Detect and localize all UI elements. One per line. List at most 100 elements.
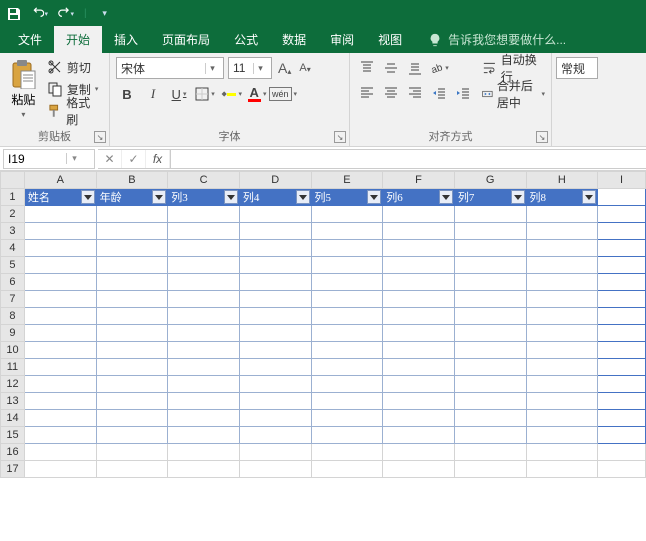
cell[interactable]: [168, 444, 240, 461]
table-cell[interactable]: [24, 223, 96, 240]
cell[interactable]: [96, 461, 168, 478]
border-button[interactable]: [194, 83, 216, 105]
table-cell[interactable]: [24, 240, 96, 257]
cell[interactable]: [526, 461, 598, 478]
filter-dropdown-icon[interactable]: [224, 190, 238, 204]
number-format-combo[interactable]: 常规: [556, 57, 598, 79]
column-header[interactable]: I: [598, 172, 646, 189]
phonetic-button[interactable]: wén: [272, 83, 294, 105]
table-cell[interactable]: [311, 257, 383, 274]
table-cell[interactable]: [168, 291, 240, 308]
table-cell[interactable]: [383, 308, 455, 325]
table-header-cell[interactable]: 年龄: [96, 189, 168, 206]
table-cell[interactable]: [168, 342, 240, 359]
table-cell[interactable]: [96, 393, 168, 410]
cell[interactable]: [598, 240, 646, 257]
save-icon[interactable]: [6, 6, 22, 22]
table-cell[interactable]: [239, 223, 311, 240]
align-left-button[interactable]: [356, 82, 378, 104]
cell[interactable]: [598, 410, 646, 427]
align-bottom-button[interactable]: [404, 57, 426, 79]
table-cell[interactable]: [96, 308, 168, 325]
column-header[interactable]: E: [311, 172, 383, 189]
format-painter-button[interactable]: 格式刷: [45, 101, 103, 121]
cell[interactable]: [24, 444, 96, 461]
table-cell[interactable]: [454, 427, 526, 444]
table-cell[interactable]: [24, 427, 96, 444]
bold-button[interactable]: B: [116, 83, 138, 105]
font-name-combo[interactable]: 宋体▾: [116, 57, 224, 79]
align-center-button[interactable]: [380, 82, 402, 104]
column-header[interactable]: D: [239, 172, 311, 189]
table-cell[interactable]: [526, 427, 598, 444]
column-header[interactable]: F: [383, 172, 455, 189]
table-cell[interactable]: [168, 325, 240, 342]
table-cell[interactable]: [239, 274, 311, 291]
merge-center-button[interactable]: 合并后居中 ▾: [482, 83, 545, 105]
cut-button[interactable]: 剪切: [45, 57, 103, 77]
table-cell[interactable]: [96, 206, 168, 223]
cell[interactable]: [598, 376, 646, 393]
name-box-input[interactable]: [4, 152, 66, 166]
cell[interactable]: [598, 359, 646, 376]
filter-dropdown-icon[interactable]: [81, 190, 95, 204]
table-cell[interactable]: [454, 342, 526, 359]
cell[interactable]: [598, 393, 646, 410]
table-cell[interactable]: [96, 257, 168, 274]
table-cell[interactable]: [96, 223, 168, 240]
column-header[interactable]: A: [24, 172, 96, 189]
column-header[interactable]: B: [96, 172, 168, 189]
table-cell[interactable]: [383, 359, 455, 376]
filter-dropdown-icon[interactable]: [582, 190, 596, 204]
row-header[interactable]: 14: [1, 410, 25, 427]
table-cell[interactable]: [24, 291, 96, 308]
table-cell[interactable]: [239, 393, 311, 410]
cell[interactable]: [598, 274, 646, 291]
decrease-indent-button[interactable]: [428, 82, 450, 104]
name-box[interactable]: ▾: [3, 149, 95, 169]
filter-dropdown-icon[interactable]: [367, 190, 381, 204]
table-cell[interactable]: [24, 376, 96, 393]
table-cell[interactable]: [526, 325, 598, 342]
table-cell[interactable]: [454, 291, 526, 308]
font-launcher-icon[interactable]: ↘: [334, 131, 346, 143]
table-header-cell[interactable]: 列3: [168, 189, 240, 206]
row-header[interactable]: 3: [1, 223, 25, 240]
cell[interactable]: [598, 427, 646, 444]
align-middle-button[interactable]: [380, 57, 402, 79]
table-cell[interactable]: [24, 274, 96, 291]
table-cell[interactable]: [383, 342, 455, 359]
table-cell[interactable]: [239, 325, 311, 342]
table-cell[interactable]: [168, 410, 240, 427]
table-cell[interactable]: [454, 308, 526, 325]
row-header[interactable]: 8: [1, 308, 25, 325]
row-header[interactable]: 13: [1, 393, 25, 410]
row-header[interactable]: 10: [1, 342, 25, 359]
table-cell[interactable]: [96, 359, 168, 376]
qat-customize-icon[interactable]: ▾: [97, 6, 113, 22]
table-cell[interactable]: [96, 427, 168, 444]
table-cell[interactable]: [168, 223, 240, 240]
align-top-button[interactable]: [356, 57, 378, 79]
column-header[interactable]: C: [168, 172, 240, 189]
table-cell[interactable]: [239, 240, 311, 257]
table-cell[interactable]: [239, 359, 311, 376]
shrink-font-button[interactable]: A▾: [297, 62, 312, 74]
cell[interactable]: [598, 461, 646, 478]
formula-input[interactable]: [171, 149, 646, 169]
cancel-formula-button[interactable]: ✕: [98, 150, 122, 168]
table-cell[interactable]: [454, 393, 526, 410]
table-cell[interactable]: [383, 257, 455, 274]
table-cell[interactable]: [383, 410, 455, 427]
row-header[interactable]: 16: [1, 444, 25, 461]
table-cell[interactable]: [24, 410, 96, 427]
wrap-text-button[interactable]: 自动换行: [482, 57, 545, 79]
table-cell[interactable]: [383, 274, 455, 291]
table-cell[interactable]: [96, 342, 168, 359]
table-cell[interactable]: [24, 257, 96, 274]
table-cell[interactable]: [168, 274, 240, 291]
cell[interactable]: [598, 308, 646, 325]
table-cell[interactable]: [96, 410, 168, 427]
table-cell[interactable]: [383, 240, 455, 257]
align-launcher-icon[interactable]: ↘: [536, 131, 548, 143]
